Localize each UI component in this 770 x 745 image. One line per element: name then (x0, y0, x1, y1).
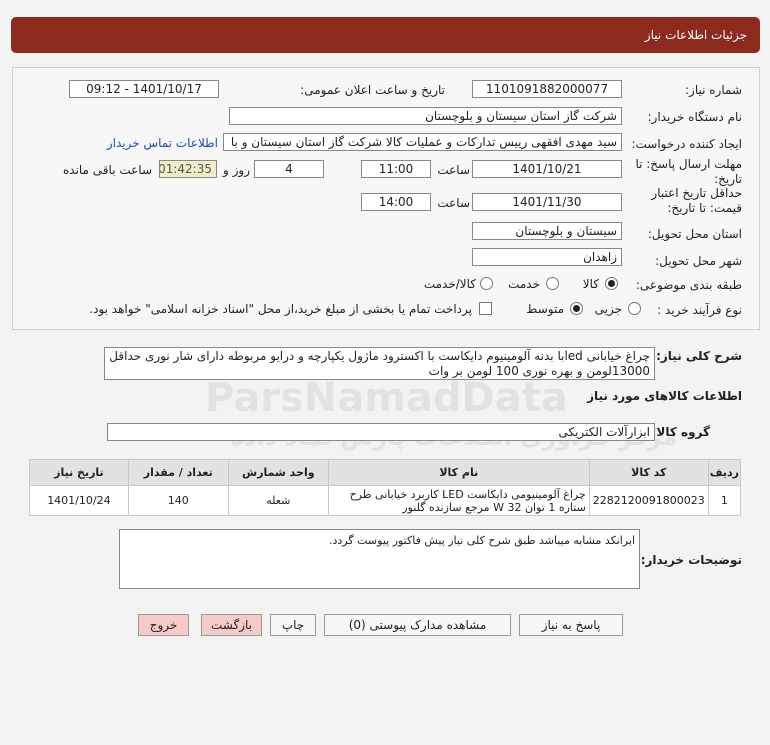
goods-info-title: اطلاعات کالاهای مورد نیاز (587, 389, 742, 403)
category-option-service: خدمت (508, 277, 540, 291)
buyer-notes-field: ایرانکد مشابه میباشد طبق شرح کلی نیاز پی… (119, 529, 640, 589)
category-radio-goods-service[interactable] (480, 277, 493, 290)
validity-date-field: 1401/11/30 (472, 193, 622, 211)
col-header-name: نام کالا (327, 459, 590, 486)
process-label: نوع فرآیند خرید : (657, 303, 742, 317)
exit-button[interactable]: خروج (138, 614, 189, 636)
category-option-goods: کالا (582, 277, 599, 291)
deadline-date-field: 1401/10/21 (472, 160, 622, 178)
buyer-notes-label: توضیحات خریدار: (640, 553, 742, 567)
remaining-time-label: ساعت باقی مانده (62, 163, 152, 177)
attachments-button[interactable]: مشاهده مدارک پیوستی (0) (324, 614, 511, 636)
category-label: طبقه بندی موضوعی: (635, 278, 742, 292)
deadline-label-line1: مهلت ارسال پاسخ: تا (635, 157, 742, 171)
city-label: شهر محل تحویل: (655, 254, 742, 268)
goods-group-field: ابزارآلات الکتریکی (107, 423, 655, 441)
cell-code: 2282120091800023 (588, 485, 709, 516)
back-button[interactable]: بازگشت (201, 614, 262, 636)
need-number-field: 1101091882000077 (472, 80, 622, 98)
deadline-time-field: 11:00 (361, 160, 431, 178)
deadline-label-line2: تاریخ: (714, 172, 742, 186)
deadline-time-label: ساعت (437, 163, 470, 177)
col-header-row: ردیف (707, 459, 742, 486)
cell-row: 1 (707, 485, 742, 516)
col-header-unit: واحد شمارش (227, 459, 329, 486)
category-option-goods-service: کالا/خدمت (423, 277, 476, 291)
col-header-date: تاریخ نیاز (29, 459, 129, 486)
treasury-payment-checkbox[interactable] (479, 302, 492, 315)
print-button[interactable]: چاپ (270, 614, 316, 636)
province-field: سیستان و بلوچستان (472, 222, 622, 240)
deadline-days-field: 4 (254, 160, 324, 178)
cell-name: چراغ آلومینیومی دایکاست LED کاربرد خیابا… (327, 485, 590, 516)
cell-date: 1401/10/24 (29, 485, 129, 516)
table-row: 1 2282120091800023 چراغ آلومینیومی دایکا… (29, 485, 742, 516)
validity-label-line1: حداقل تاریخ اعتبار (651, 186, 742, 200)
need-number-label: شماره نیاز: (685, 83, 742, 97)
process-option-minor: جزیی (594, 302, 622, 316)
process-radio-minor[interactable] (628, 302, 641, 315)
category-radio-goods[interactable] (605, 277, 618, 290)
announce-field: 1401/10/17 - 09:12 (69, 80, 219, 98)
validity-time-field: 14:00 (361, 193, 431, 211)
validity-label-line2: قیمت: تا تاریخ: (667, 201, 742, 215)
announce-label: تاریخ و ساعت اعلان عمومی: (300, 83, 445, 97)
col-header-code: کد کالا (588, 459, 709, 486)
summary-label: شرح کلی نیاز: (656, 349, 742, 363)
summary-field: چراغ خیابانی ledبا بدنه آلومینیوم دایکاس… (104, 347, 655, 380)
buyer-field: شرکت گاز استان سیستان و بلوچستان (229, 107, 622, 125)
watermark-brand: ParsNamadData (205, 375, 568, 421)
requester-label: ایجاد کننده درخواست: (631, 137, 742, 151)
cell-qty: 140 (127, 485, 229, 516)
goods-table: ردیف کد کالا نام کالا واحد شمارش تعداد /… (29, 459, 742, 516)
process-radio-medium[interactable] (570, 302, 583, 315)
category-radio-service[interactable] (546, 277, 559, 290)
validity-time-label: ساعت (437, 196, 470, 210)
buyer-contact-link[interactable]: اطلاعات تماس خریدار (107, 136, 218, 150)
deadline-days-label: روز و (223, 163, 250, 177)
goods-group-label: گروه کالا: (651, 425, 710, 439)
reply-button[interactable]: پاسخ به نیاز (519, 614, 623, 636)
col-header-qty: تعداد / مقدار (127, 459, 229, 486)
process-option-medium: متوسط (526, 302, 564, 316)
requester-field: سید مهدی افقهی رییس تدارکات و عملیات کال… (223, 133, 622, 151)
page-title: جزئیات اطلاعات نیاز (11, 17, 760, 53)
buyer-label: نام دستگاه خریدار: (647, 110, 743, 124)
province-label: استان محل تحویل: (647, 227, 742, 241)
city-field: زاهدان (472, 248, 622, 266)
remaining-time-field: 01:42:35 (159, 160, 217, 178)
cell-unit: شعله (227, 485, 329, 516)
treasury-payment-note: پرداخت تمام یا بخشی از مبلغ خرید،از محل … (89, 302, 472, 316)
